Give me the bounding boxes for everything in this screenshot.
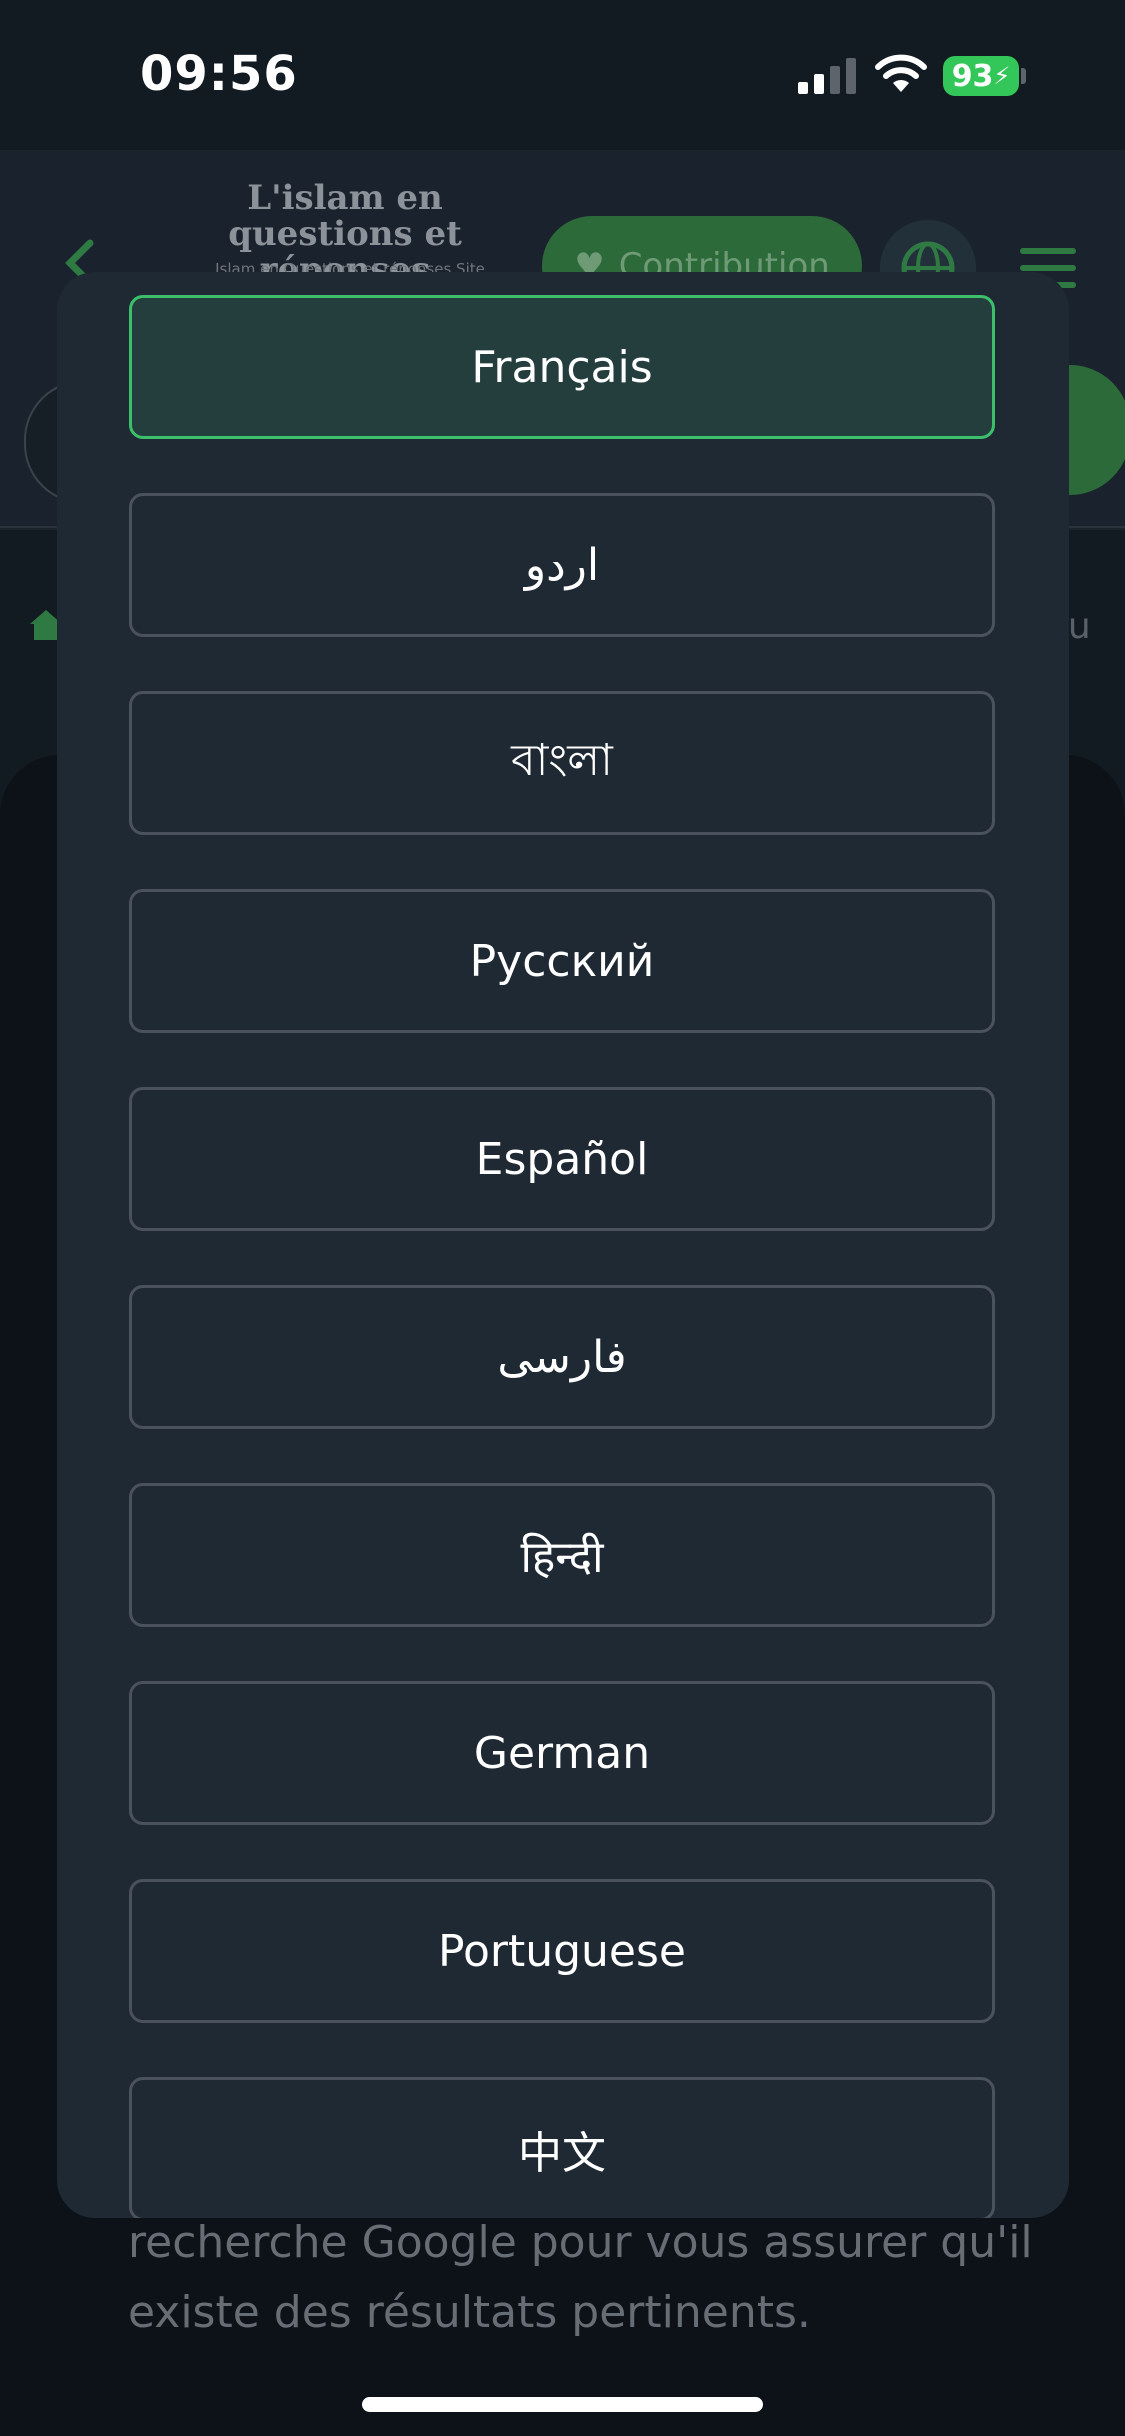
- battery-level: 93: [951, 58, 994, 94]
- home-indicator[interactable]: [362, 2397, 763, 2412]
- wifi-icon: [875, 54, 927, 92]
- signal-icon: [798, 58, 856, 94]
- language-option-bangla[interactable]: বাংলা: [129, 691, 995, 835]
- language-option-russian[interactable]: Русский: [129, 889, 995, 1033]
- language-option-chinese[interactable]: 中文: [129, 2077, 995, 2218]
- screen: 09:56 93 ⚡ L'islam en questions et répons…: [0, 0, 1125, 2436]
- language-modal: Français اردو বাংলা Русский Español فارس…: [57, 272, 1069, 2218]
- language-option-german[interactable]: German: [129, 1681, 995, 1825]
- battery-cap: [1021, 68, 1026, 84]
- body-text: recherche Google pour vous assurer qu'il…: [128, 2217, 1033, 2338]
- language-option-spanish[interactable]: Español: [129, 1087, 995, 1231]
- language-option-francais[interactable]: Français: [129, 295, 995, 439]
- battery-charging-icon: 93 ⚡: [943, 56, 1019, 96]
- language-option-urdu[interactable]: اردو: [129, 493, 995, 637]
- status-time: 09:56: [140, 46, 298, 102]
- status-bar: 09:56 93 ⚡: [0, 0, 1125, 150]
- language-option-persian[interactable]: فارسی: [129, 1285, 995, 1429]
- bolt-icon: ⚡: [993, 62, 1011, 90]
- language-option-hindi[interactable]: हिन्दी: [129, 1483, 995, 1627]
- language-option-portuguese[interactable]: Portuguese: [129, 1879, 995, 2023]
